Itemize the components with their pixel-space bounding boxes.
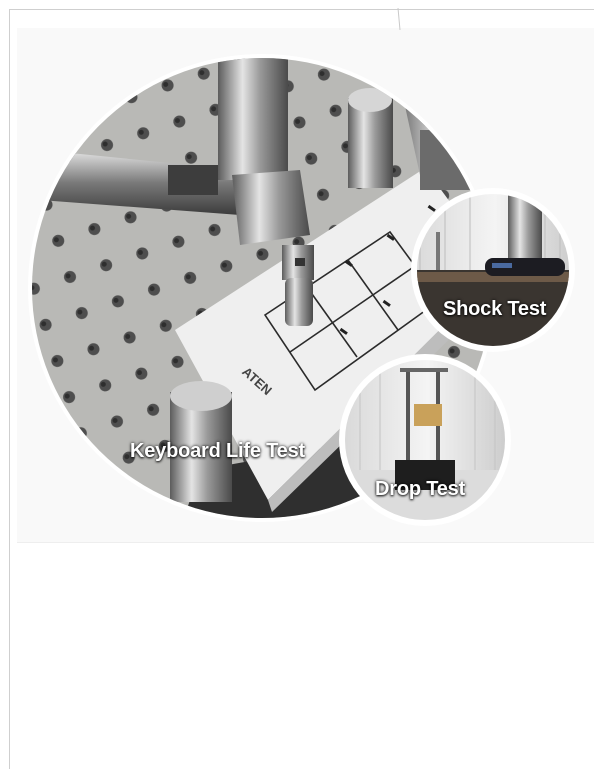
drop-test-label: Drop Test — [375, 478, 466, 500]
shock-test-label: Shock Test — [443, 298, 547, 320]
vertical-probe — [218, 58, 288, 180]
keyboard-life-test-label: Keyboard Life Test — [130, 440, 305, 462]
product-test-illustration: ATEN — [28, 7, 575, 526]
